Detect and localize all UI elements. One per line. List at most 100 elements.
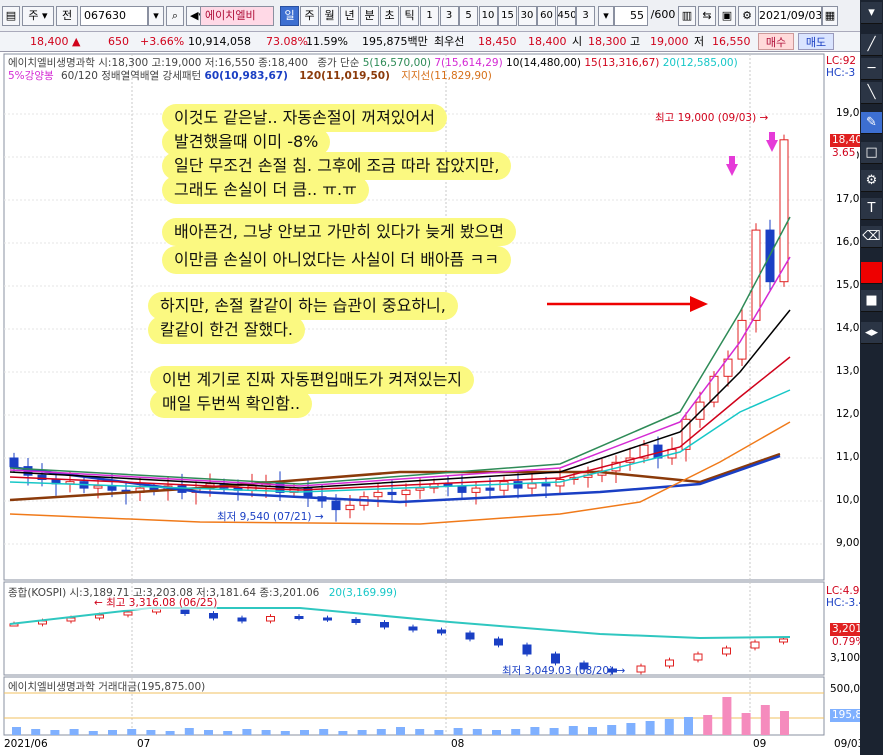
volume-bar — [780, 711, 789, 735]
gear-icon[interactable]: ⚙ — [738, 6, 756, 26]
rectangle-tool-icon[interactable]: □ — [861, 142, 882, 164]
sell-button[interactable]: 매도 — [798, 33, 834, 50]
open-label: 시 — [572, 35, 583, 48]
chevron-down-icon[interactable]: ▾ — [598, 6, 614, 26]
volume-bar — [108, 730, 117, 735]
amount-value: 195,875백만 — [362, 35, 428, 48]
period-1[interactable]: 주 — [300, 6, 319, 26]
kospi-candle — [408, 626, 418, 631]
volume-bar — [472, 729, 482, 735]
candle-body — [485, 487, 495, 491]
calendar-icon[interactable]: ▦ — [822, 6, 838, 26]
high-annotation-text: 최고 19,000 (09/03) — [655, 112, 757, 124]
volume-bar — [31, 729, 41, 735]
period-4[interactable]: 분 — [360, 6, 379, 26]
candle-body — [107, 485, 117, 491]
volume-bar — [664, 719, 674, 735]
volume-bar — [530, 727, 540, 735]
line-tool-icon[interactable]: ─ — [861, 58, 882, 80]
candle-body — [331, 500, 341, 511]
interval-1[interactable]: 3 — [439, 6, 459, 26]
interval-4[interactable]: 15 — [498, 6, 517, 26]
date-label-07: 07 — [137, 738, 151, 750]
search-icon[interactable]: ⌕ — [166, 6, 184, 26]
volume-bar — [588, 727, 597, 735]
line-tool-icon[interactable]: ╱ — [861, 34, 882, 56]
period-0[interactable]: 일 — [280, 6, 299, 26]
kospi-candle — [636, 665, 646, 673]
eraser-icon[interactable]: ⌫ — [861, 226, 882, 248]
magenta-arrow-2-stem — [769, 132, 775, 140]
candle-body — [93, 485, 103, 489]
volume-bar — [396, 727, 405, 735]
volume-bar — [415, 729, 425, 735]
buy-button[interactable]: 매수 — [758, 33, 794, 50]
legend-ma60: 60(10,983,67) — [204, 70, 288, 82]
period-3[interactable]: 년 — [340, 6, 359, 26]
volume-bar — [549, 728, 559, 735]
magenta-arrow-1-stem — [729, 156, 735, 164]
date-input[interactable]: 2021/09/03 — [758, 6, 822, 26]
legend-ma15: 15(13,316,67) — [584, 57, 660, 69]
interval-0[interactable]: 1 — [420, 6, 439, 26]
pen-tool-icon[interactable]: ✎ — [861, 112, 882, 134]
interval-2[interactable]: 5 — [459, 6, 478, 26]
kospi-candle — [522, 644, 532, 655]
volume-bar — [88, 731, 98, 735]
volume-bar — [184, 728, 194, 735]
legend-trend: 60/120 정배열역배열 강세패턴 — [60, 70, 202, 82]
stock-code-input[interactable]: 067630 — [80, 6, 148, 26]
candle-body — [373, 491, 383, 498]
interval-3[interactable]: 10 — [478, 6, 498, 26]
change-value: 650 — [108, 35, 129, 48]
collapse-icon[interactable]: ◂▸ — [861, 322, 882, 344]
kospi-legend-text: 종합(KOSPI) 시:3,189.71 고:3,203.08 저:3,181.… — [8, 587, 320, 599]
interval-7[interactable]: 450 — [556, 6, 576, 26]
volume-bar — [376, 729, 386, 735]
volume-bar — [338, 731, 348, 735]
kospi-candle — [494, 638, 503, 646]
kospi-candle — [693, 653, 703, 661]
diagonal-tool-icon[interactable]: ╲ — [861, 82, 882, 104]
volume-bar — [492, 730, 501, 735]
period-2[interactable]: 월 — [320, 6, 339, 26]
chevron-down-icon[interactable]: ▾ — [861, 2, 882, 24]
stock-name-field[interactable]: 에이치엘비 — [200, 6, 274, 26]
current-price: 18,400 ▲ — [30, 35, 81, 48]
gear-icon[interactable]: ⚙ — [861, 170, 882, 192]
color-picker-icon[interactable] — [861, 262, 882, 284]
kospi-candle — [209, 613, 218, 619]
ask-price: 18,450 — [478, 35, 517, 48]
note-line-9: 매일 두번씩 확인함.. — [150, 390, 313, 418]
period-5[interactable]: 초 — [380, 6, 399, 26]
interval-5[interactable]: 30 — [517, 6, 537, 26]
volume-bar — [722, 697, 732, 735]
compare-icon[interactable]: ⇆ — [698, 6, 716, 26]
period-6[interactable]: 틱 — [400, 6, 419, 26]
legend-pattern: 5%강양봉 — [8, 70, 54, 82]
chart-type-icon[interactable]: ▥ — [678, 6, 696, 26]
interval-8[interactable]: 3 — [576, 6, 595, 26]
high-annotation: 최고 19,000 (09/03) → — [655, 112, 769, 124]
volume-bar — [511, 729, 521, 735]
mode-select[interactable]: 주 ▾ — [22, 6, 54, 26]
square-tool-icon[interactable]: ■ — [861, 290, 882, 312]
chart-menu-icon[interactable]: ▤ — [2, 6, 20, 26]
volume-bar — [626, 723, 636, 735]
candle-body — [695, 401, 705, 420]
volume-bar — [69, 729, 79, 735]
chart-area[interactable]: 에이치엘비생명과학 시:18,300 고:19,000 저:16,550 종:1… — [0, 52, 881, 755]
count-input[interactable]: 55 — [614, 6, 648, 26]
chevron-down-icon[interactable]: ▾ — [148, 6, 164, 26]
save-icon[interactable]: ▣ — [718, 6, 736, 26]
interval-6[interactable]: 60 — [537, 6, 556, 26]
kospi-candle — [437, 629, 446, 634]
kospi-candle — [266, 616, 275, 622]
lc-label: LC:92 — [826, 55, 857, 67]
volume-bar — [684, 717, 693, 735]
volume-bar — [645, 721, 655, 735]
kospi-candle — [323, 617, 332, 621]
type-select[interactable]: 전 — [56, 6, 78, 26]
kospi-ma: 20(3,169.99) — [328, 587, 398, 599]
text-tool-icon[interactable]: T — [861, 198, 882, 220]
